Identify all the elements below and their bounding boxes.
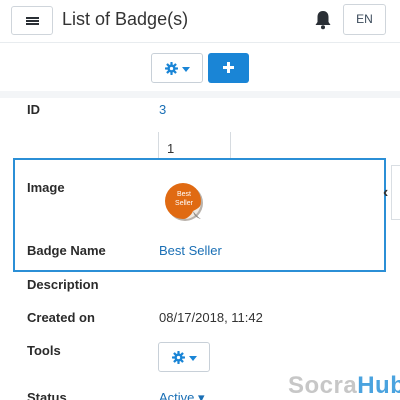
caret-down-icon: ▾ <box>198 390 205 400</box>
image-label: Image <box>27 180 65 195</box>
watermark-part-1: Socra <box>288 372 358 399</box>
gear-icon <box>165 62 178 75</box>
plus-icon-stem <box>227 62 230 73</box>
tools-dropdown-button[interactable] <box>158 342 210 372</box>
page-title: List of Badge(s) <box>62 9 189 29</box>
hamburger-icon-line <box>26 20 39 22</box>
add-button[interactable] <box>208 53 249 83</box>
menu-button[interactable] <box>11 6 53 35</box>
bell-icon[interactable] <box>314 10 332 30</box>
settings-dropdown-button[interactable] <box>151 53 203 83</box>
language-button[interactable]: EN <box>343 4 386 35</box>
status-dropdown[interactable]: Active ▾ <box>159 390 205 400</box>
gear-icon <box>172 351 185 364</box>
content-top-band <box>0 91 400 98</box>
hamburger-icon-line <box>26 23 39 25</box>
caret-down-icon <box>189 356 197 361</box>
status-value: Active <box>159 390 195 400</box>
created-on-label: Created on <box>27 310 95 325</box>
action-toolbar <box>0 43 400 91</box>
caret-down-icon <box>182 67 190 72</box>
badge-image-text: Best Seller <box>175 191 193 207</box>
chevron-left-icon[interactable]: ‹ <box>383 184 388 202</box>
id-label: ID <box>27 102 40 117</box>
id-value[interactable]: 3 <box>159 102 166 117</box>
badge-name-value[interactable]: Best Seller <box>159 243 222 258</box>
top-header: List of Badge(s) EN <box>0 0 400 42</box>
hamburger-icon <box>26 17 39 19</box>
watermark-part-2: Hub <box>357 372 400 399</box>
description-label: Description <box>27 277 99 292</box>
tools-label: Tools <box>27 343 61 358</box>
created-on-value: 08/17/2018, 11:42 <box>159 310 263 325</box>
side-panel-edge <box>391 165 400 220</box>
status-label: Status <box>27 390 67 400</box>
socrahub-watermark-logo: SocraHub <box>288 372 400 400</box>
badge-name-label: Badge Name <box>27 243 106 258</box>
